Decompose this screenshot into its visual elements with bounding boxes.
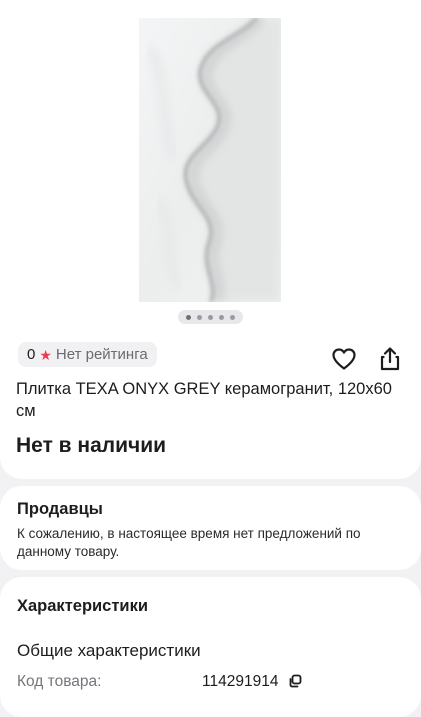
sellers-message: К сожалению, в настоящее время нет предл… <box>17 526 361 559</box>
spec-key: Код товара: <box>17 673 102 690</box>
pagination-dot[interactable] <box>197 314 202 320</box>
gallery-pagination[interactable] <box>178 310 243 324</box>
sellers-section: Продавцы К сожалению, в настоящее время … <box>0 486 421 570</box>
availability-status: Нет в наличии <box>16 434 167 457</box>
pagination-dot[interactable] <box>219 314 224 320</box>
copy-icon[interactable] <box>288 674 302 693</box>
rating-badge[interactable]: 0 ★ Нет рейтинга <box>18 342 157 367</box>
product-title: Плитка TEXA ONYX GREY керамогранит, 120х… <box>16 380 392 420</box>
favorite-button[interactable] <box>329 344 359 374</box>
pagination-dot[interactable] <box>208 314 213 320</box>
spec-value: 114291914 <box>202 673 279 690</box>
specs-subtitle: Общие характеристики <box>17 641 201 660</box>
rating-label: Нет рейтинга <box>55 346 148 363</box>
product-card: 0 ★ Нет рейтинга Плитка TEXA ONYX GREY к… <box>0 0 421 479</box>
star-icon: ★ <box>39 346 52 363</box>
product-image[interactable] <box>139 18 281 302</box>
spec-row-product-code: Код товара: 114291914 <box>17 673 407 695</box>
share-button[interactable] <box>375 344 405 374</box>
specs-section: Характеристики Общие характеристики Код … <box>0 577 421 717</box>
sellers-title: Продавцы <box>17 500 103 518</box>
specs-title: Характеристики <box>17 597 148 615</box>
pagination-dot[interactable] <box>230 314 235 320</box>
heart-icon <box>332 348 356 370</box>
pagination-dot[interactable] <box>186 314 191 320</box>
rating-score: 0 <box>27 346 36 363</box>
share-icon <box>380 347 400 371</box>
marble-tile-image <box>139 18 281 302</box>
